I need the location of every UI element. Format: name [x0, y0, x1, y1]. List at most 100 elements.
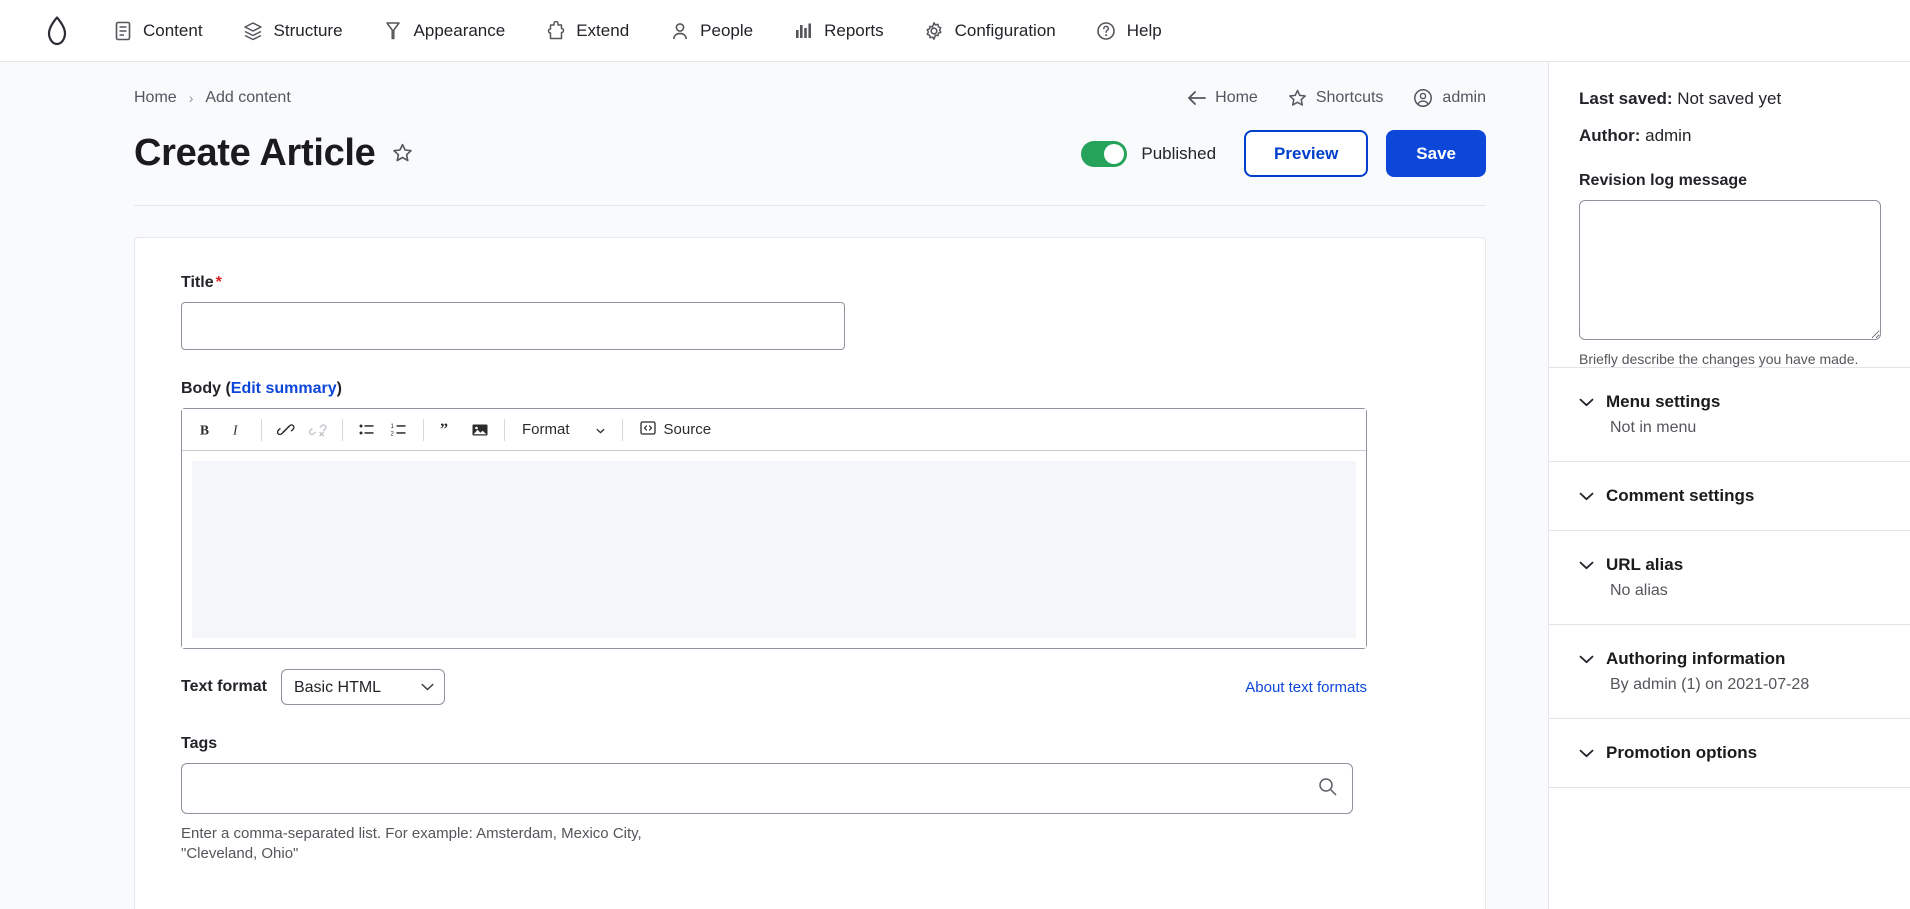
- italic-icon[interactable]: I: [222, 415, 252, 445]
- svg-text:”: ”: [440, 421, 448, 438]
- revision-log-label: Revision log message: [1579, 172, 1880, 190]
- top-navigation: Home Shortcuts admin: [1187, 88, 1486, 108]
- text-format-row: Text format Basic HTML About text format: [181, 669, 1367, 705]
- bold-icon[interactable]: B: [190, 415, 220, 445]
- section-title: Authoring information: [1606, 649, 1785, 669]
- page-body: Home › Add content Home: [0, 62, 1910, 909]
- section-title: Promotion options: [1606, 743, 1757, 763]
- toolbar-item-people[interactable]: People: [669, 12, 771, 49]
- blockquote-icon[interactable]: ”: [433, 415, 463, 445]
- reports-icon: [793, 20, 814, 41]
- edit-summary-link[interactable]: Edit summary: [231, 380, 337, 397]
- published-toggle[interactable]: [1081, 141, 1127, 167]
- tags-input[interactable]: [181, 763, 1353, 814]
- header-actions: Published Preview Save: [1081, 130, 1486, 177]
- last-saved-row: Last saved: Not saved yet: [1579, 89, 1880, 109]
- toolbar-item-appearance[interactable]: Appearance: [383, 12, 524, 49]
- sidebar-bottom-divider: [1549, 787, 1910, 788]
- content-icon: [112, 20, 133, 41]
- star-icon: [1288, 89, 1307, 107]
- title-field-group: Title*: [181, 274, 1439, 350]
- title-input[interactable]: [181, 302, 845, 350]
- tags-help-text: Enter a comma-separated list. For exampl…: [181, 824, 693, 865]
- tags-field-group: Tags Enter a comma-separated list. For e…: [181, 735, 1439, 865]
- toolbar-item-extend[interactable]: Extend: [545, 12, 647, 49]
- numbered-list-icon[interactable]: 12: [384, 415, 414, 445]
- editor-body: [182, 451, 1366, 648]
- author-value: admin: [1645, 126, 1691, 145]
- toolbar-item-configuration[interactable]: Configuration: [924, 12, 1074, 49]
- source-label: Source: [664, 421, 712, 438]
- shortcuts-link[interactable]: Shortcuts: [1288, 89, 1384, 107]
- last-saved-value: Not saved yet: [1677, 89, 1781, 108]
- drupal-drop-icon[interactable]: [40, 12, 74, 50]
- link-icon[interactable]: [271, 415, 301, 445]
- breadcrumb-row: Home › Add content Home: [134, 62, 1486, 108]
- toolbar-item-label: Appearance: [414, 21, 506, 41]
- back-to-home-link[interactable]: Home: [1187, 89, 1258, 107]
- section-title: Comment settings: [1606, 486, 1754, 506]
- title-label-text: Title: [181, 274, 214, 291]
- chevron-down-icon: [1579, 655, 1594, 664]
- about-text-formats-link[interactable]: About text formats: [1245, 679, 1367, 696]
- svg-text:I: I: [232, 422, 239, 437]
- editor-editable-area[interactable]: [192, 461, 1356, 638]
- sidebar-section-promotion-options[interactable]: Promotion options: [1549, 718, 1910, 787]
- unlink-icon: [303, 415, 333, 445]
- user-account-link[interactable]: admin: [1413, 88, 1486, 108]
- section-summary: Not in menu: [1610, 419, 1880, 437]
- source-code-icon: [640, 420, 656, 440]
- image-icon[interactable]: [465, 415, 495, 445]
- section-summary: No alias: [1610, 582, 1880, 600]
- chevron-down-icon: [1579, 492, 1594, 501]
- toggle-knob: [1104, 144, 1124, 164]
- sidebar-section-comment-settings[interactable]: Comment settings: [1549, 461, 1910, 530]
- published-toggle-group: Published: [1081, 141, 1216, 167]
- save-button[interactable]: Save: [1386, 130, 1486, 177]
- people-icon: [669, 20, 690, 41]
- toolbar-menu: Content Structure Appearance Extend Peop: [112, 12, 1202, 49]
- chevron-down-icon: [1579, 749, 1594, 758]
- sidebar-section-menu-settings[interactable]: Menu settings Not in menu: [1549, 367, 1910, 461]
- admin-toolbar: Content Structure Appearance Extend Peop: [0, 0, 1910, 62]
- preview-button[interactable]: Preview: [1244, 130, 1368, 177]
- svg-text:1: 1: [391, 423, 395, 429]
- star-icon[interactable]: [392, 143, 413, 163]
- section-summary: By admin (1) on 2021-07-28: [1610, 676, 1880, 694]
- source-button[interactable]: Source: [632, 415, 720, 445]
- toolbar-item-content[interactable]: Content: [112, 12, 221, 49]
- revision-log-textarea[interactable]: [1579, 200, 1881, 340]
- toolbar-item-help[interactable]: Help: [1096, 12, 1180, 49]
- bulleted-list-icon[interactable]: [352, 415, 382, 445]
- toolbar-item-structure[interactable]: Structure: [243, 12, 361, 49]
- toolbar-divider: [504, 419, 505, 441]
- revision-log-help: Briefly describe the changes you have ma…: [1579, 351, 1880, 367]
- format-dropdown-label: Format: [522, 421, 570, 438]
- structure-icon: [243, 20, 264, 41]
- toolbar-item-label: People: [700, 21, 753, 41]
- last-saved-label: Last saved:: [1579, 89, 1673, 108]
- text-format-select[interactable]: Basic HTML: [281, 669, 445, 705]
- format-dropdown[interactable]: Format: [514, 415, 613, 445]
- account-label: admin: [1442, 89, 1486, 107]
- page-title: Create Article: [134, 133, 376, 175]
- toolbar-item-label: Content: [143, 21, 203, 41]
- breadcrumb-home[interactable]: Home: [134, 89, 177, 107]
- toolbar-item-reports[interactable]: Reports: [793, 12, 902, 49]
- breadcrumb-current[interactable]: Add content: [205, 89, 290, 107]
- body-field-group: Body (Edit summary) B I: [181, 380, 1439, 705]
- toolbar-divider: [342, 419, 343, 441]
- toolbar-divider: [622, 419, 623, 441]
- arrow-left-icon: [1187, 90, 1206, 106]
- page-header: Create Article Published Preview Save: [134, 130, 1486, 206]
- sidebar-section-url-alias[interactable]: URL alias No alias: [1549, 530, 1910, 624]
- toolbar-divider: [423, 419, 424, 441]
- toolbar-item-label: Help: [1127, 21, 1162, 41]
- published-toggle-label: Published: [1141, 144, 1216, 164]
- toolbar-item-label: Reports: [824, 21, 884, 41]
- section-title: URL alias: [1606, 555, 1683, 575]
- sidebar-section-authoring-information[interactable]: Authoring information By admin (1) on 20…: [1549, 624, 1910, 718]
- configuration-icon: [924, 20, 945, 41]
- chevron-down-icon: [1579, 561, 1594, 570]
- svg-text:B: B: [200, 422, 209, 437]
